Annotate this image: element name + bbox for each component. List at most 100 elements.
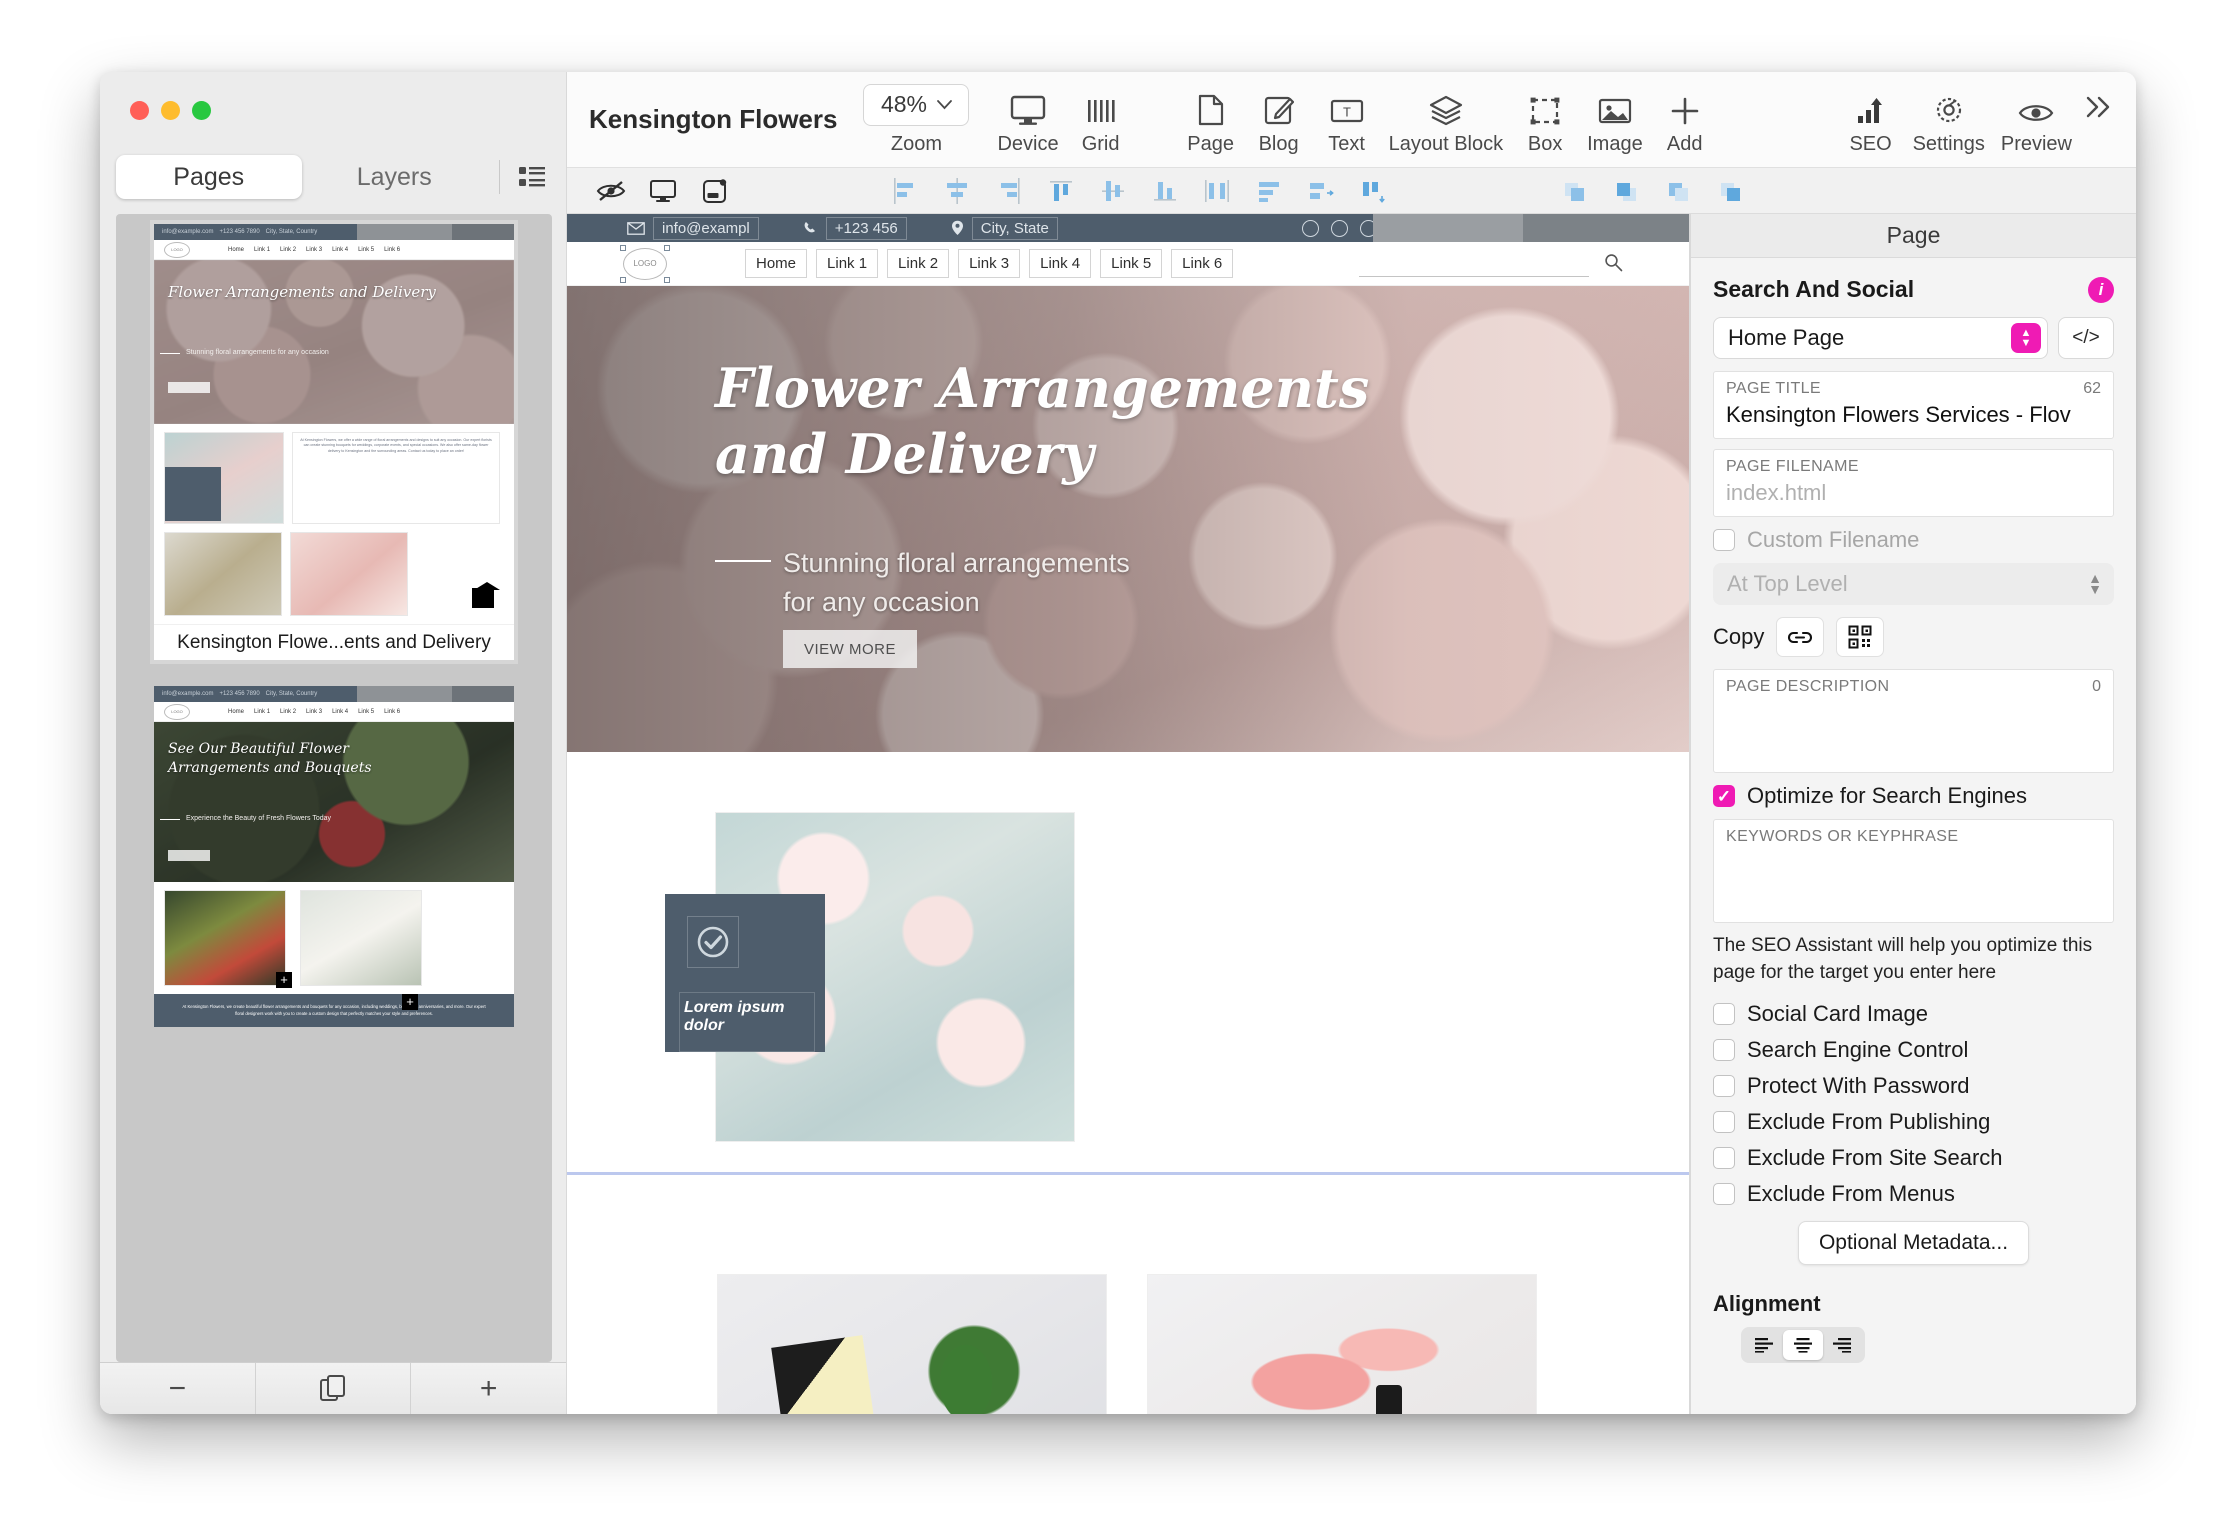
align-middle-v-icon[interactable] [1087,168,1139,214]
keywords-field[interactable]: KEYWORDS OR KEYPHRASE [1713,819,2114,923]
zoom-button[interactable] [192,100,211,120]
bring-to-front-icon[interactable] [1705,168,1757,214]
page-description-field[interactable]: PAGE DESCRIPTION 0 [1713,669,2114,773]
site-email[interactable]: info@exampl [627,216,759,240]
code-button[interactable]: </> [2058,317,2114,359]
align-right-icon[interactable] [1823,1330,1862,1360]
hero-title[interactable]: Flower Arrangements and Delivery [715,356,1415,488]
qr-code-icon[interactable] [1836,617,1885,657]
website-preview[interactable]: info@exampl +123 456 City, State LOGO Ho… [567,214,1689,1414]
site-location[interactable]: City, State [951,216,1058,240]
toolbar-device[interactable]: Device [989,84,1066,156]
custom-filename-checkbox[interactable] [1713,529,1735,551]
page-card-1[interactable]: info@example.com +123 456 7890 City, Sta… [150,220,518,664]
whatsapp-icon[interactable] [1301,219,1319,237]
zoom-control[interactable]: 48% Zoom [863,83,970,156]
toolbar-text[interactable]: T Text [1313,84,1381,156]
send-backward-icon[interactable] [1549,168,1601,214]
exclude-from-site-search-checkbox[interactable] [1713,1146,1735,1169]
toolbar-preview[interactable]: Preview [1993,84,2080,156]
nav-link-6[interactable]: Link 6 [1171,249,1234,278]
monitor-icon[interactable] [637,168,689,214]
nav-link-2[interactable]: Link 2 [887,249,950,278]
remove-page-button[interactable]: − [100,1363,256,1414]
close-button[interactable] [130,100,149,120]
tab-pages[interactable]: Pages [116,155,302,199]
toolbar-blog[interactable]: Blog [1245,84,1313,156]
toolbar-grid[interactable]: Grid [1067,84,1135,156]
align-bottom-icon[interactable] [1139,168,1191,214]
toolbar-seo[interactable]: SEO [1837,84,1905,156]
search-engine-control-checkbox[interactable] [1713,1038,1735,1061]
optimize-row[interactable]: Optimize for Search Engines [1713,783,2114,809]
hero-section[interactable]: Flower Arrangements and Delivery Stunnin… [567,286,1689,752]
link-icon[interactable] [1776,617,1825,657]
align-left-icon[interactable] [1744,1330,1783,1360]
tiktok-icon[interactable] [1330,219,1348,237]
optional-metadata-button[interactable]: Optional Metadata... [1797,1220,2030,1265]
nav-link-5[interactable]: Link 5 [1100,249,1163,278]
search-engine-control-row[interactable]: Search Engine Control [1713,1037,2114,1063]
hide-eye-icon[interactable] [585,168,637,214]
stepper-icon[interactable]: ▲ ▼ [2011,323,2041,353]
nav-link-home[interactable]: Home [745,249,808,278]
stationery-image[interactable] [717,1274,1107,1414]
distribute-h-icon[interactable] [1191,168,1243,214]
petals-image[interactable] [1147,1274,1537,1414]
align-center-icon[interactable] [1783,1329,1823,1360]
space-down-icon[interactable] [1347,168,1399,214]
toolbar-image[interactable]: Image [1579,84,1651,156]
hero-view-more-button[interactable]: VIEW MORE [783,630,917,668]
bring-forward-icon[interactable] [1601,168,1653,214]
minimize-button[interactable] [161,100,180,120]
exclude-from-publishing-row[interactable]: Exclude From Publishing [1713,1109,2114,1135]
custom-filename-row[interactable]: Custom Filename [1713,527,2114,553]
exclude-from-publishing-checkbox[interactable] [1713,1110,1735,1133]
align-top-icon[interactable] [1035,168,1087,214]
toolbar-box[interactable]: Box [1511,84,1579,156]
toolbar-settings[interactable]: Settings [1905,84,1993,156]
duplicate-page-button[interactable] [256,1363,412,1414]
lorem-card[interactable]: Lorem ipsum dolor [665,894,825,1052]
social-card-image-row[interactable]: Social Card Image [1713,1001,2114,1027]
lorem-card-title[interactable]: Lorem ipsum dolor [679,992,815,1052]
distribute-v-icon[interactable] [1243,168,1295,214]
pages-list[interactable]: info@example.com +123 456 7890 City, Sta… [116,214,552,1362]
site-search-input[interactable] [1359,257,1589,277]
add-page-button[interactable]: + [411,1363,566,1414]
toolbar-page[interactable]: Page [1177,84,1245,156]
nav-link-1[interactable]: Link 1 [816,249,879,278]
align-center-h-icon[interactable] [931,168,983,214]
align-right-icon[interactable] [983,168,1035,214]
site-logo[interactable]: LOGO [620,244,670,283]
site-phone[interactable]: +123 456 [803,216,907,240]
zoom-select[interactable]: 48% [863,83,970,126]
list-view-icon[interactable] [512,160,552,194]
exclude-from-site-search-row[interactable]: Exclude From Site Search [1713,1145,2114,1171]
nav-link-3[interactable]: Link 3 [958,249,1021,278]
optimize-checkbox[interactable] [1713,785,1735,807]
nav-link-4[interactable]: Link 4 [1029,249,1092,278]
page-level-select[interactable]: At Top Level ▲ ▼ [1713,563,2114,605]
protect-with-password-checkbox[interactable] [1713,1074,1735,1097]
page-filename-field[interactable]: PAGE FILENAME index.html [1713,449,2114,517]
protect-with-password-row[interactable]: Protect With Password [1713,1073,2114,1099]
tab-layers[interactable]: Layers [302,155,488,199]
chevron-double-right-icon[interactable] [2080,93,2118,127]
exclude-from-menus-checkbox[interactable] [1713,1182,1735,1205]
align-left-icon[interactable] [879,168,931,214]
mobile-layout-icon[interactable] [689,168,741,214]
space-right-icon[interactable] [1295,168,1347,214]
search-icon[interactable] [1604,253,1623,278]
toolbar-add[interactable]: Add [1651,84,1719,156]
page-card-title[interactable]: Kensington Flowe...ents and Delivery [154,624,514,660]
info-icon[interactable]: i [2088,276,2114,303]
canvas[interactable]: info@exampl +123 456 City, State LOGO Ho… [567,214,1690,1414]
hero-subtitle[interactable]: Stunning floral arrangements for any occ… [783,544,1130,622]
exclude-from-menus-row[interactable]: Exclude From Menus [1713,1181,2114,1207]
page-card-2[interactable]: info@example.com +123 456 7890 City, Sta… [154,686,514,1027]
social-card-image-checkbox[interactable] [1713,1002,1735,1025]
send-to-back-icon[interactable] [1653,168,1705,214]
page-select[interactable]: Home Page ▲ ▼ [1713,317,2048,359]
page-title-field[interactable]: PAGE TITLE 62 Kensington Flowers Service… [1713,371,2114,439]
